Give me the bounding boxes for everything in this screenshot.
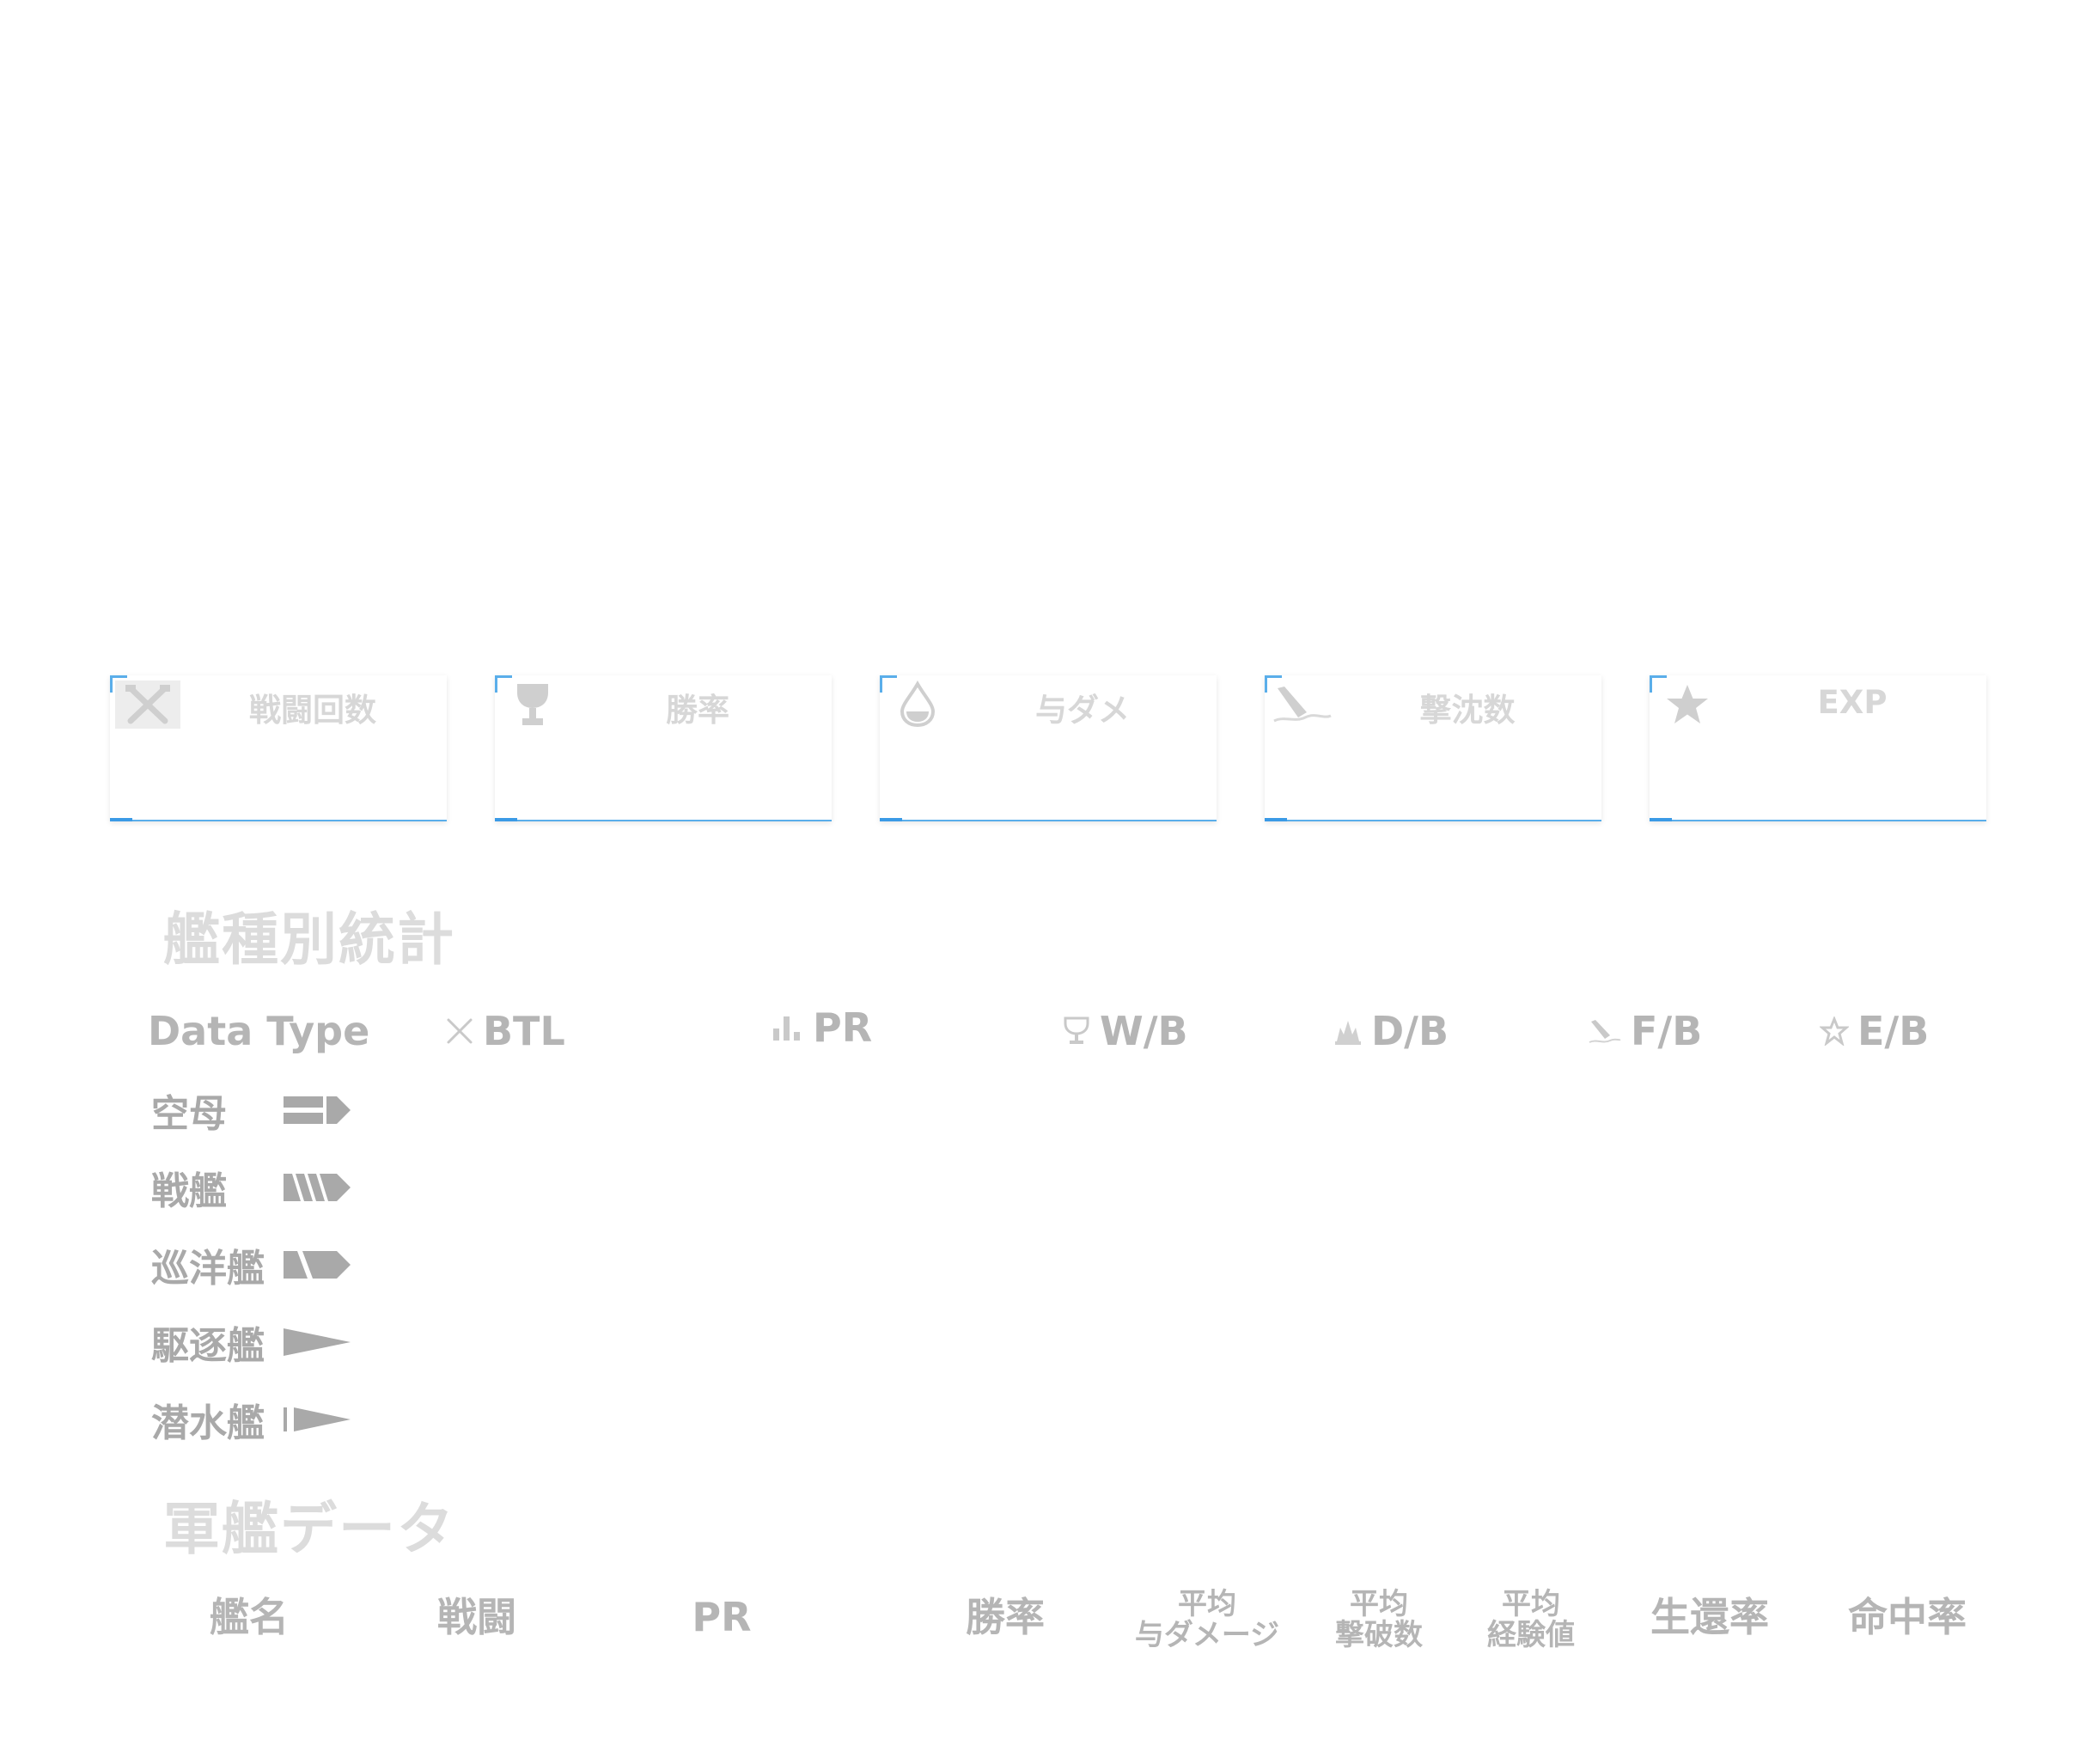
ship-type-row-bb[interactable]: 戦艦 bbox=[151, 1162, 375, 1213]
card-damage: 与ダメ bbox=[880, 675, 1217, 821]
header-pr[interactable]: PR bbox=[772, 1002, 872, 1053]
header-label: W/B bbox=[1100, 1008, 1188, 1054]
star-icon bbox=[1820, 1016, 1849, 1046]
ship-type-label: 戦艦 bbox=[151, 1169, 227, 1213]
aircraft-carrier-icon bbox=[284, 1095, 351, 1129]
crossed-swords-icon bbox=[445, 1016, 474, 1046]
destroyer-icon bbox=[284, 1327, 351, 1361]
cruiser-icon bbox=[284, 1249, 351, 1284]
section-title-warship: 軍艦データ bbox=[163, 1496, 455, 1562]
ship-type-label: 駆逐艦 bbox=[151, 1324, 265, 1368]
card-title: EXP bbox=[1817, 684, 1888, 721]
card-exp: EXP bbox=[1650, 675, 1986, 821]
ship-type-label: 潜水艦 bbox=[151, 1401, 265, 1445]
sinking-ship-icon bbox=[1270, 681, 1335, 729]
column-label-line1: 平均 bbox=[1502, 1587, 1560, 1621]
star-icon bbox=[1655, 681, 1720, 729]
battleship-icon bbox=[284, 1172, 351, 1206]
column-header-hit-rate[interactable]: 命中率 bbox=[1830, 1596, 1985, 1638]
droplet-icon bbox=[885, 681, 950, 729]
column-label-line2: 撃破数 bbox=[1335, 1617, 1423, 1652]
header-label: BTL bbox=[483, 1008, 565, 1054]
column-header-avg-exp[interactable]: 平均 経験値 bbox=[1471, 1587, 1591, 1652]
column-label-line2: 与ダメージ bbox=[1134, 1617, 1280, 1652]
column-header-ship-name[interactable]: 艦名 bbox=[198, 1596, 301, 1638]
card-corner bbox=[880, 818, 902, 821]
bar-chart-icon bbox=[772, 1013, 804, 1042]
trophy-icon bbox=[500, 681, 565, 729]
header-fb[interactable]: F/B bbox=[1588, 1005, 1702, 1057]
header-wb[interactable]: W/B bbox=[1062, 1005, 1188, 1057]
column-header-pr[interactable]: PR bbox=[670, 1596, 773, 1638]
column-label: 勝率 bbox=[966, 1594, 1045, 1640]
card-frags: 撃沈数 bbox=[1265, 675, 1601, 821]
column-label: 命中率 bbox=[1848, 1594, 1967, 1640]
header-label: Data Type bbox=[148, 1008, 370, 1054]
column-header-survival[interactable]: 生還率 bbox=[1632, 1596, 1787, 1638]
column-header-avg-frags[interactable]: 平均 撃破数 bbox=[1319, 1587, 1439, 1652]
column-label: 生還率 bbox=[1650, 1594, 1769, 1640]
ship-type-label: 巡洋艦 bbox=[151, 1247, 265, 1291]
header-label: F/B bbox=[1631, 1008, 1703, 1054]
ship-type-row-ss[interactable]: 潜水艦 bbox=[151, 1394, 375, 1445]
submarine-icon bbox=[284, 1404, 351, 1438]
ship-type-row-cv[interactable]: 空母 bbox=[151, 1084, 375, 1136]
column-label-line1: 平均 bbox=[1350, 1587, 1408, 1621]
column-header-win-rate[interactable]: 勝率 bbox=[954, 1596, 1057, 1638]
column-label-line2: 経験値 bbox=[1487, 1617, 1575, 1652]
card-corner bbox=[495, 818, 517, 821]
header-db[interactable]: D/B bbox=[1333, 1005, 1449, 1057]
card-title: 勝率 bbox=[666, 692, 729, 729]
header-label: PR bbox=[813, 1004, 873, 1051]
section-title-ship-type: 艦種別統計 bbox=[163, 906, 455, 973]
ship-type-label: 空母 bbox=[151, 1092, 227, 1136]
card-corner bbox=[1265, 818, 1287, 821]
ship-type-row-dd[interactable]: 駆逐艦 bbox=[151, 1316, 375, 1368]
ship-type-row-ca[interactable]: 巡洋艦 bbox=[151, 1239, 375, 1291]
header-label: E/B bbox=[1857, 1008, 1930, 1054]
header-label: D/B bbox=[1371, 1008, 1449, 1054]
column-label-line1: 平均 bbox=[1178, 1587, 1236, 1621]
card-corner bbox=[1650, 818, 1672, 821]
card-corner bbox=[110, 818, 132, 821]
card-title: 戦闘回数 bbox=[249, 692, 376, 729]
column-header-avg-damage[interactable]: 平均 与ダメージ bbox=[1117, 1587, 1297, 1652]
column-label: 戦闘 bbox=[437, 1594, 516, 1640]
header-btl[interactable]: BTL bbox=[445, 1005, 565, 1057]
column-header-battles[interactable]: 戦闘 bbox=[425, 1596, 528, 1638]
card-title: 撃沈数 bbox=[1419, 692, 1516, 729]
card-title: 与ダメ bbox=[1035, 692, 1130, 729]
sinking-ship-icon bbox=[1588, 1016, 1622, 1046]
crossed-swords-icon bbox=[115, 681, 180, 729]
column-label: 艦名 bbox=[210, 1594, 289, 1640]
card-battles: 戦闘回数 bbox=[110, 675, 447, 821]
card-win-rate: 勝率 bbox=[495, 675, 832, 821]
explosion-icon bbox=[1333, 1016, 1363, 1047]
overview-cards: 戦闘回数 勝率 与ダメ 撃沈数 EXP bbox=[110, 675, 1987, 821]
column-label: PR bbox=[692, 1594, 752, 1640]
trophy-icon bbox=[1062, 1016, 1091, 1047]
header-data-type: Data Type bbox=[148, 1005, 369, 1057]
header-eb[interactable]: E/B bbox=[1820, 1005, 1929, 1057]
